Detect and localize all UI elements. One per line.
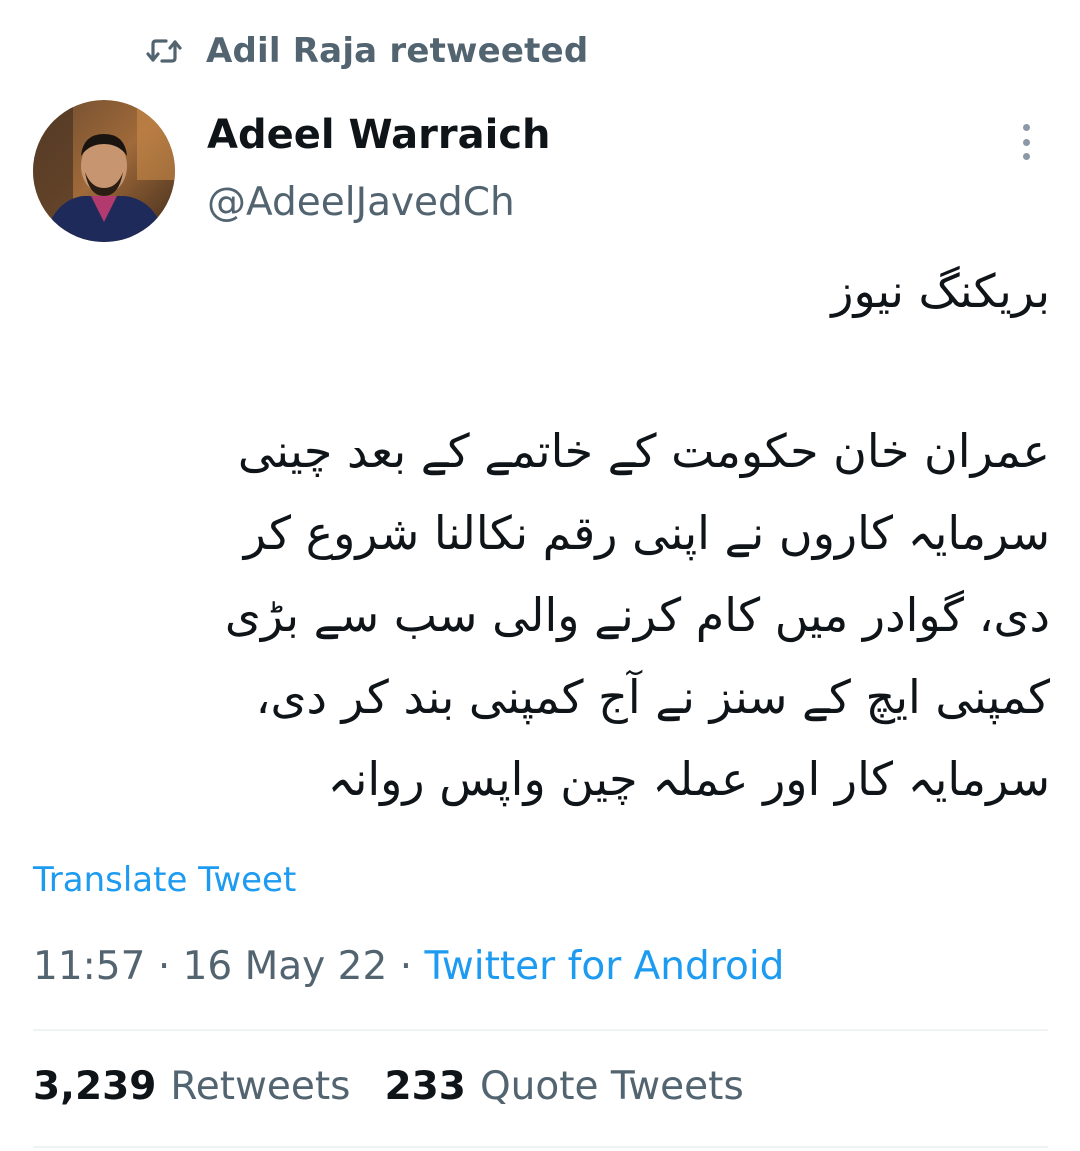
tweet-line: عمران خان حکومت کے خاتمے کے بعد چینی (237, 424, 1050, 478)
engagement-stats: 3,239 Retweets 233 Quote Tweets (33, 1064, 744, 1109)
quote-tweets-count: 233 (384, 1064, 466, 1109)
quote-tweets-label: Quote Tweets (479, 1064, 744, 1109)
meta-separator: · (157, 944, 183, 989)
retweets-stat[interactable]: 3,239 Retweets (33, 1064, 351, 1109)
author-name[interactable]: Adeel Warraich (207, 112, 551, 158)
tweet-line: سرمایہ کار اور عملہ چین واپس روانہ (327, 752, 1050, 806)
retweet-label: Adil Raja retweeted (206, 31, 589, 71)
retweet-icon (146, 39, 182, 63)
more-vertical-icon (1022, 124, 1030, 131)
divider (33, 1146, 1048, 1148)
avatar-photo (33, 100, 175, 242)
tweet-date[interactable]: 16 May 22 (183, 944, 388, 989)
tweet-line: کمپنی ایچ کے سنز نے آج کمپنی بند کر دی، (255, 670, 1050, 724)
author-handle[interactable]: @AdeelJavedCh (207, 180, 515, 225)
tweet-time[interactable]: 11:57 (33, 944, 145, 989)
tweet-heading: بریکنگ نیوز (831, 264, 1050, 318)
retweet-context[interactable]: Adil Raja retweeted (146, 28, 588, 74)
tweet-source-link[interactable]: Twitter for Android (425, 944, 785, 989)
retweets-count: 3,239 (33, 1064, 157, 1109)
divider (33, 1029, 1048, 1031)
quote-tweets-stat[interactable]: 233 Quote Tweets (385, 1064, 744, 1109)
retweets-label: Retweets (170, 1064, 351, 1109)
more-options-button[interactable] (1008, 120, 1044, 164)
tweet-detail: Adil Raja retweeted Adeel Warraich @Adee… (0, 0, 1080, 1151)
avatar[interactable] (33, 100, 175, 242)
tweet-text: بریکنگ نیوز عمران خان حکومت کے خاتمے کے … (30, 250, 1050, 820)
tweet-line: سرمایہ کاروں نے اپنی رقم نکالنا شروع کر (243, 506, 1050, 560)
meta-separator: · (399, 944, 425, 989)
tweet-meta: 11:57 · 16 May 22 · Twitter for Android (33, 944, 784, 989)
tweet-line: دی، گوادر میں کام کرنے والی سب سے بڑی (224, 588, 1050, 642)
translate-tweet-link[interactable]: Translate Tweet (33, 860, 296, 900)
